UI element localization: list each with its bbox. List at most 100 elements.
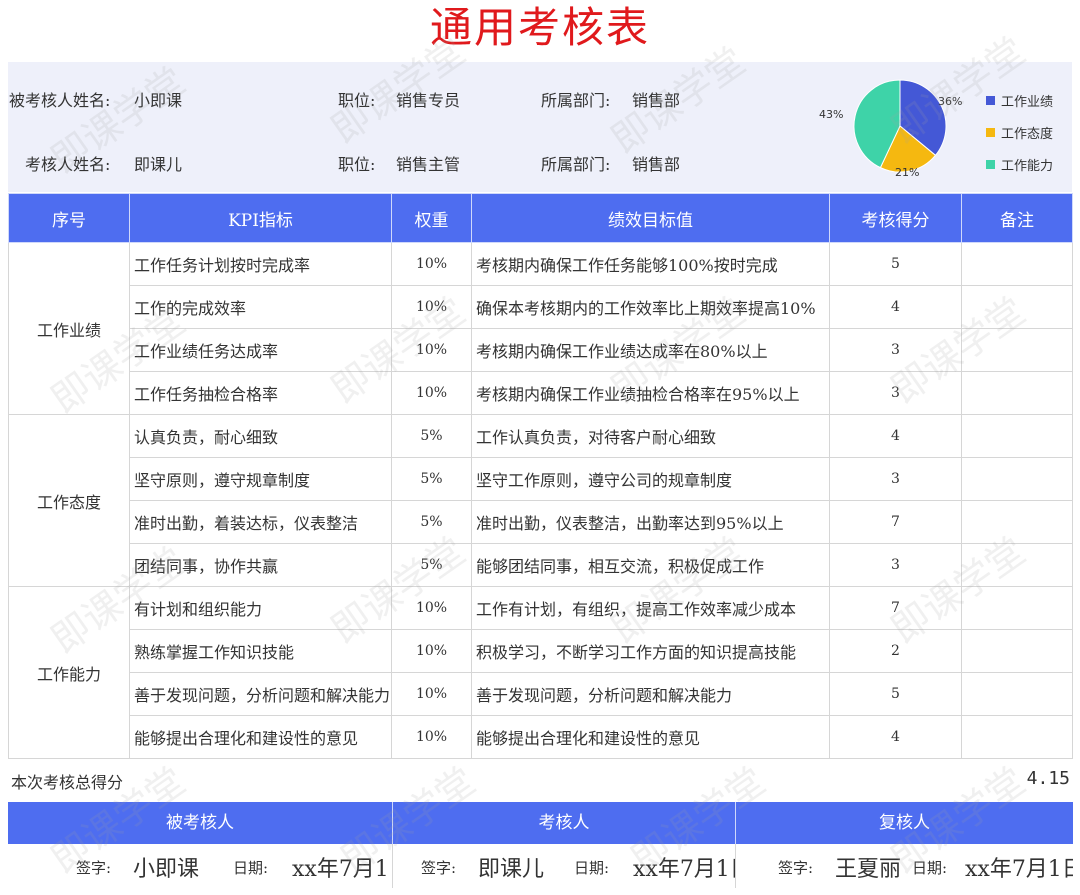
target-cell[interactable]: 确保本考核期内的工作效率比上期效率提高10% [471, 285, 830, 329]
weight-cell[interactable]: 5% [391, 500, 472, 544]
score-cell[interactable]: 5 [829, 672, 962, 716]
assessee-name-value: 小即课 [134, 91, 183, 110]
weight-cell[interactable]: 10% [391, 629, 472, 673]
score-cell[interactable]: 3 [829, 457, 962, 501]
pie-label-ability: 43% [819, 108, 844, 121]
target-cell[interactable]: 考核期内确保工作任务能够100%按时完成 [471, 242, 830, 286]
note-cell[interactable] [961, 543, 1073, 587]
group-label: 工作态度 [8, 414, 130, 587]
kpi-cell[interactable]: 有计划和组织能力 [129, 586, 392, 630]
total-score-label: 本次考核总得分 [11, 773, 124, 792]
score-cell[interactable]: 7 [829, 586, 962, 630]
note-cell[interactable] [961, 242, 1073, 286]
note-cell[interactable] [961, 629, 1073, 673]
sign-name[interactable]: 即课儿 [478, 851, 544, 883]
score-cell[interactable]: 5 [829, 242, 962, 286]
sign-label: 签字: [421, 859, 457, 877]
kpi-cell[interactable]: 团结同事，协作共赢 [129, 543, 392, 587]
col-header-index: 序号 [8, 193, 130, 243]
kpi-cell[interactable]: 认真负责，耐心细致 [129, 414, 392, 458]
table-row: 工作任务抽检合格率 10% 考核期内确保工作业绩抽检合格率在95%以上 3 [9, 371, 1073, 415]
note-cell[interactable] [961, 586, 1073, 630]
total-score-row: 本次考核总得分 4.15 [8, 759, 1072, 801]
score-cell[interactable]: 3 [829, 328, 962, 372]
legend-item: 工作业绩 [986, 84, 1053, 116]
weight-cell[interactable]: 10% [391, 586, 472, 630]
signoff-cell-assessee: 签字: 小即课 日期: xx年7月1日 [8, 844, 392, 888]
target-cell[interactable]: 工作有计划，有组织，提高工作效率减少成本 [471, 586, 830, 630]
total-score-value[interactable]: 4.15 [1027, 768, 1070, 789]
kpi-cell[interactable]: 熟练掌握工作知识技能 [129, 629, 392, 673]
kpi-cell[interactable]: 准时出勤，着装达标，仪表整洁 [129, 500, 392, 544]
note-cell[interactable] [961, 672, 1073, 716]
note-cell[interactable] [961, 457, 1073, 501]
table-header-row: 序号 KPI指标 权重 绩效目标值 考核得分 备注 [8, 193, 1073, 243]
target-cell[interactable]: 善于发现问题，分析问题和解决能力 [471, 672, 830, 716]
note-cell[interactable] [961, 285, 1073, 329]
kpi-cell[interactable]: 工作业绩任务达成率 [129, 328, 392, 372]
note-cell[interactable] [961, 328, 1073, 372]
kpi-cell[interactable]: 善于发现问题，分析问题和解决能力 [129, 672, 392, 716]
weight-cell[interactable]: 5% [391, 457, 472, 501]
legend-label: 工作态度 [1001, 126, 1054, 142]
table-row: 工作的完成效率 10% 确保本考核期内的工作效率比上期效率提高10% 4 [9, 285, 1073, 329]
score-cell[interactable]: 7 [829, 500, 962, 544]
date-value[interactable]: xx年7月1日 [965, 851, 1073, 883]
weight-cell[interactable]: 5% [391, 414, 472, 458]
target-cell[interactable]: 能够提出合理化和建设性的意见 [471, 715, 830, 759]
assessee-dept-value: 销售部 [632, 91, 681, 110]
kpi-cell[interactable]: 工作任务计划按时完成率 [129, 242, 392, 286]
weight-cell[interactable]: 10% [391, 242, 472, 286]
note-cell[interactable] [961, 371, 1073, 415]
score-cell[interactable]: 3 [829, 543, 962, 587]
target-cell[interactable]: 积极学习，不断学习工作方面的知识提高技能 [471, 629, 830, 673]
weight-cell[interactable]: 10% [391, 328, 472, 372]
table-row: 工作态度 认真负责，耐心细致 5% 工作认真负责，对待客户耐心细致 4 [8, 414, 1073, 587]
weight-cell[interactable]: 10% [391, 285, 472, 329]
date-value[interactable]: xx年7月1日 [633, 851, 735, 883]
kpi-cell[interactable]: 工作任务抽检合格率 [129, 371, 392, 415]
score-cell[interactable]: 4 [829, 414, 962, 458]
date-label: 日期: [574, 859, 610, 877]
target-cell[interactable]: 能够团结同事，相互交流，积极促成工作 [471, 543, 830, 587]
date-label: 日期: [912, 859, 948, 877]
kpi-cell[interactable]: 坚守原则，遵守规章制度 [129, 457, 392, 501]
pie-label-performance: 36% [938, 95, 963, 108]
table-row: 工作业绩任务达成率 10% 考核期内确保工作业绩达成率在80%以上 3 [9, 328, 1073, 372]
note-cell[interactable] [961, 715, 1073, 759]
weight-cell[interactable]: 10% [391, 672, 472, 716]
weight-cell[interactable]: 10% [391, 715, 472, 759]
score-cell[interactable]: 4 [829, 285, 962, 329]
assessor-dept-value: 销售部 [632, 155, 681, 174]
score-cell[interactable]: 3 [829, 371, 962, 415]
kpi-cell[interactable]: 能够提出合理化和建设性的意见 [129, 715, 392, 759]
target-cell[interactable]: 坚守工作原则，遵守公司的规章制度 [471, 457, 830, 501]
sign-name[interactable]: 小即课 [133, 851, 199, 883]
target-cell[interactable]: 工作认真负责，对待客户耐心细致 [471, 414, 830, 458]
target-cell[interactable]: 准时出勤，仪表整洁，出勤率达到95%以上 [471, 500, 830, 544]
target-cell[interactable]: 考核期内确保工作业绩达成率在80%以上 [471, 328, 830, 372]
score-cell[interactable]: 4 [829, 715, 962, 759]
table-row: 工作能力 有计划和组织能力 10% 工作有计划，有组织，提高工作效率减少成本 7 [8, 586, 1073, 759]
note-cell[interactable] [961, 500, 1073, 544]
note-cell[interactable] [961, 414, 1073, 458]
signoff-cell-reviewer: 签字: 王夏丽 日期: xx年7月1日 [735, 844, 1073, 888]
assessor-name-value: 即课儿 [134, 155, 183, 174]
weight-cell[interactable]: 10% [391, 371, 472, 415]
table-row: 准时出勤，着装达标，仪表整洁 5% 准时出勤，仪表整洁，出勤率达到95%以上 7 [9, 500, 1073, 544]
weight-cell[interactable]: 5% [391, 543, 472, 587]
kpi-cell[interactable]: 工作的完成效率 [129, 285, 392, 329]
assessor-name-label: 考核人姓名: [25, 155, 111, 174]
sign-name[interactable]: 王夏丽 [835, 851, 901, 883]
chart-legend: 工作业绩 工作态度 工作能力 [986, 84, 1053, 180]
col-header-weight: 权重 [391, 193, 472, 243]
pie-label-attitude: 21% [895, 166, 920, 179]
score-cell[interactable]: 2 [829, 629, 962, 673]
sign-label: 签字: [76, 859, 112, 877]
legend-label: 工作能力 [1001, 158, 1054, 174]
assessee-name-label: 被考核人姓名: [9, 91, 111, 110]
date-value[interactable]: xx年7月1日 [292, 851, 392, 883]
assessor-position-value: 销售主管 [396, 155, 461, 174]
target-cell[interactable]: 考核期内确保工作业绩抽检合格率在95%以上 [471, 371, 830, 415]
kpi-table: 序号 KPI指标 权重 绩效目标值 考核得分 备注 工作业绩 工作任务计划按时完… [8, 193, 1073, 759]
